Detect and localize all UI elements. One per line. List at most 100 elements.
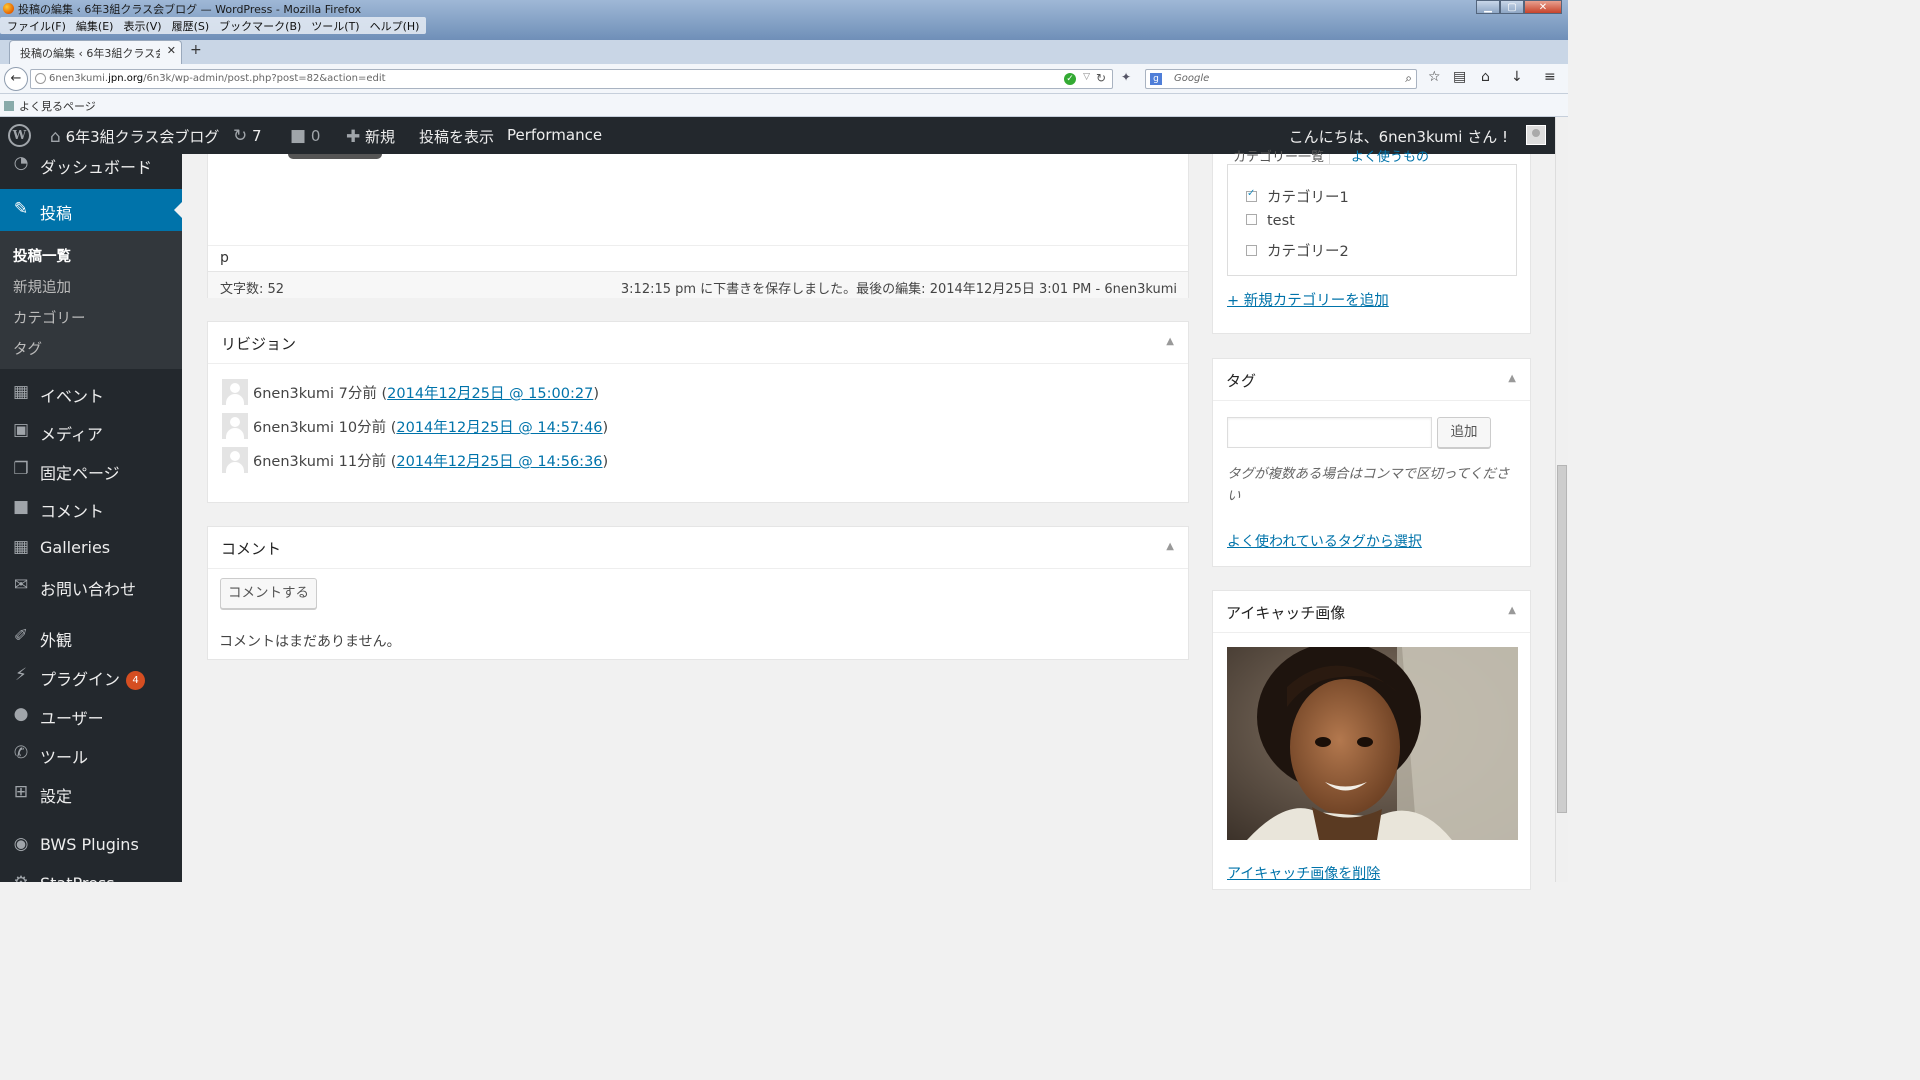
back-button[interactable]: ← — [4, 67, 28, 91]
category-checkbox-1[interactable]: カテゴリー1 — [1246, 186, 1349, 207]
tab-most-used[interactable]: よく使うもの — [1351, 146, 1429, 165]
submenu-categories[interactable]: カテゴリー — [13, 307, 86, 328]
featured-image-header[interactable]: アイキャッチ画像 ▲ — [1213, 591, 1530, 633]
remove-featured-image-link[interactable]: アイキャッチ画像を削除 — [1227, 863, 1380, 883]
comments-box: コメント ▲ コメントする コメントはまだありません。 — [207, 526, 1189, 660]
new-tab-icon[interactable]: + — [190, 42, 202, 58]
bookmarks-list-icon[interactable]: ▤ — [1453, 69, 1466, 85]
featured-image-thumbnail[interactable] — [1227, 647, 1518, 840]
home-icon[interactable]: ⌂ — [1481, 69, 1490, 85]
history-dropdown-icon[interactable]: ▽ — [1083, 72, 1090, 82]
close-window-icon[interactable]: ✕ — [1524, 0, 1562, 14]
submenu-add-new[interactable]: 新規追加 — [13, 276, 71, 297]
menu-tools[interactable]: ツール(T) — [306, 17, 364, 34]
menu-history[interactable]: 履歴(S) — [167, 17, 215, 34]
addon-check-icon[interactable]: ✓ — [1064, 73, 1076, 85]
maximize-icon[interactable]: ▢ — [1500, 0, 1524, 14]
sidebar-item-galleries[interactable]: ▦ Galleries — [0, 530, 182, 566]
toggle-arrow-icon[interactable]: ▲ — [1166, 336, 1174, 347]
toggle-arrow-icon[interactable]: ▲ — [1508, 605, 1516, 616]
menu-view[interactable]: 表示(V) — [118, 17, 166, 34]
sidebar-item-bws[interactable]: ◉ BWS Plugins — [0, 827, 182, 863]
bws-icon: ◉ — [13, 834, 29, 854]
minimize-icon[interactable]: ▁ — [1476, 0, 1500, 14]
checkbox[interactable] — [1246, 214, 1257, 225]
editor-area[interactable]: p 文字数: 52 3:12:15 pm に下書きを保存しました。最後の編集: … — [207, 154, 1189, 298]
scrollbar-thumb[interactable] — [1557, 465, 1567, 813]
extension-icon[interactable]: ✦ — [1121, 70, 1131, 84]
reload-icon[interactable]: ↻ — [1096, 71, 1106, 85]
menu-file[interactable]: ファイル(F) — [2, 17, 71, 34]
revisions-header[interactable]: リビジョン ▲ — [208, 322, 1188, 364]
sidebar-item-contact[interactable]: ✉ お問い合わせ — [0, 568, 182, 604]
featured-image-title: アイキャッチ画像 — [1226, 604, 1346, 622]
adminbar-view-post[interactable]: 投稿を表示 — [419, 126, 494, 147]
adminbar-comments[interactable]: ■ 0 — [290, 126, 320, 146]
hamburger-menu-icon[interactable]: ≡ — [1544, 69, 1556, 85]
menu-edit[interactable]: 編集(E) — [71, 17, 119, 34]
sidebar-item-dashboard[interactable]: ◔ ダッシュボード — [0, 154, 182, 182]
sidebar-item-users[interactable]: ● ユーザー — [0, 697, 182, 733]
category-checkbox-2[interactable]: カテゴリー2 — [1246, 240, 1349, 261]
download-icon[interactable]: ↓ — [1511, 69, 1523, 85]
tags-header[interactable]: タグ ▲ — [1213, 359, 1530, 401]
browser-tab-active[interactable]: 投稿の編集 ‹ 6年3組クラス会... ✕ — [9, 40, 182, 64]
toggle-arrow-icon[interactable]: ▲ — [1166, 541, 1174, 552]
url-bar[interactable]: 6nen3kumi.jpn.org/6n3k/wp-admin/post.php… — [30, 69, 1113, 89]
tags-title: タグ — [1226, 372, 1257, 390]
site-identity-icon[interactable] — [35, 73, 46, 84]
menu-bookmarks[interactable]: ブックマーク(B) — [214, 17, 306, 34]
wordpress-logo-icon[interactable]: W — [8, 124, 31, 147]
close-tab-icon[interactable]: ✕ — [167, 44, 176, 57]
add-new-category-link[interactable]: + 新規カテゴリーを追加 — [1227, 289, 1389, 310]
comments-title: コメント — [221, 540, 282, 558]
revision-link[interactable]: 2014年12月25日 @ 14:57:46 — [396, 420, 602, 436]
tab-all-categories[interactable]: カテゴリー一覧 — [1233, 146, 1324, 165]
search-bar[interactable]: g Google ⌕ — [1145, 69, 1417, 89]
checkbox[interactable] — [1246, 245, 1257, 256]
user-icon: ● — [13, 704, 29, 724]
search-icon[interactable]: ⌕ — [1405, 71, 1412, 86]
toggle-arrow-icon[interactable]: ▲ — [1508, 373, 1516, 384]
submenu-all-posts[interactable]: 投稿一覧 — [13, 245, 71, 266]
bookmark-star-icon[interactable]: ☆ — [1428, 69, 1441, 85]
sidebar-item-events[interactable]: ▦ イベント — [0, 375, 182, 411]
google-engine-icon[interactable]: g — [1150, 73, 1162, 85]
sidebar-item-tools[interactable]: ✆ ツール — [0, 736, 182, 772]
adminbar-performance[interactable]: Performance — [507, 126, 602, 144]
menu-help[interactable]: ヘルプ(H) — [365, 17, 425, 34]
submenu-tags[interactable]: タグ — [13, 338, 42, 359]
comment-bubble-icon: ■ — [290, 126, 307, 146]
choose-popular-tags-link[interactable]: よく使われているタグから選択 — [1227, 531, 1422, 551]
adminbar-greeting[interactable]: こんにちは、6nen3kumi さん ! — [1289, 126, 1508, 147]
revision-link[interactable]: 2014年12月25日 @ 15:00:27 — [387, 386, 593, 402]
comments-header[interactable]: コメント ▲ — [208, 527, 1188, 569]
sidebar-item-settings[interactable]: ⊞ 設定 — [0, 775, 182, 811]
window-controls: ▁ ▢ ✕ — [1476, 0, 1562, 14]
adminbar-updates[interactable]: ↻ 7 — [233, 126, 262, 146]
comment-icon: ■ — [12, 497, 30, 517]
checkbox[interactable] — [1246, 188, 1257, 202]
tags-box: タグ ▲ 追加 タグが複数ある場合はコンマで区切ってください よく使われているタ… — [1212, 358, 1531, 567]
avatar[interactable] — [1526, 125, 1546, 145]
plus-icon: ✚ — [346, 127, 361, 147]
tag-input[interactable] — [1227, 417, 1432, 448]
sidebar-item-comments[interactable]: ■ コメント — [0, 490, 182, 526]
sidebar-item-appearance[interactable]: ✐ 外観 — [0, 619, 182, 655]
sidebar-item-plugins[interactable]: ⚡ プラグイン 4 — [0, 658, 182, 694]
bookmark-folder-icon — [4, 101, 14, 111]
sidebar-item-media[interactable]: ▣ メディア — [0, 413, 182, 449]
page-scrollbar[interactable] — [1555, 117, 1568, 882]
revision-link[interactable]: 2014年12月25日 @ 14:56:36 — [396, 454, 602, 470]
add-tag-button[interactable]: 追加 — [1437, 417, 1491, 448]
sidebar-item-statpress[interactable]: ⚙ StatPress — [0, 866, 182, 882]
window-title: 投稿の編集 ‹ 6年3組クラス会ブログ — WordPress - Mozill… — [18, 3, 362, 16]
add-comment-button[interactable]: コメントする — [220, 578, 317, 609]
sidebar-item-posts[interactable]: ✎ 投稿 — [0, 189, 182, 231]
bookmark-most-visited[interactable]: よく見るページ — [4, 98, 96, 114]
sidebar-item-pages[interactable]: ❐ 固定ページ — [0, 452, 182, 488]
adminbar-new[interactable]: ✚ 新規 — [346, 126, 395, 147]
window-titlebar: 投稿の編集 ‹ 6年3組クラス会ブログ — WordPress - Mozill… — [0, 0, 1568, 40]
adminbar-site[interactable]: ⌂ 6年3組クラス会ブログ — [50, 126, 219, 147]
category-checkbox-test[interactable]: test — [1246, 213, 1295, 229]
